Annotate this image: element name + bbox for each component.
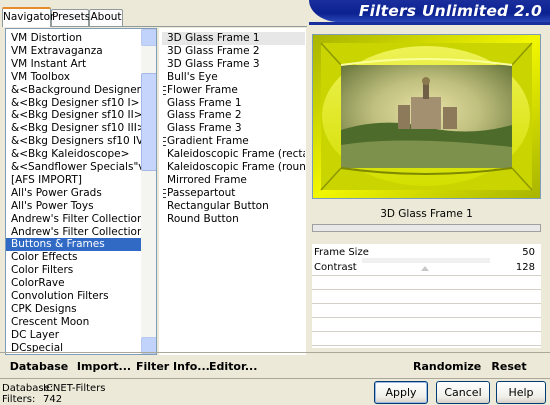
filter-item-label: 3D Glass Frame 3 — [167, 57, 260, 70]
scrollbar-thumb[interactable] — [141, 73, 156, 171]
slider-thumb-icon[interactable] — [421, 266, 429, 271]
category-items: VM Distortion VM Extravaganza VM Instant A… — [6, 29, 141, 354]
filter-item[interactable]: Glass Frame 3 — [162, 122, 305, 135]
filter-list[interactable]: 3D Glass Frame 1 3D Glass Frame 2 3D Glass… — [159, 28, 306, 355]
randomize-button[interactable]: Randomize — [413, 356, 481, 378]
selected-filter-name: 3D Glass Frame 1 — [380, 208, 473, 220]
param-label: Frame Size — [314, 247, 369, 258]
filter-item[interactable]: 3D Glass Frame 3 — [162, 57, 305, 71]
reset-button[interactable]: Reset — [488, 356, 530, 378]
category-item[interactable]: [AFS IMPORT] — [6, 174, 141, 187]
filter-item[interactable]: 3D Glass Frame 1 — [162, 32, 305, 45]
filter-item-label: Mirrored Frame — [167, 173, 247, 186]
filter-item-label: Rectangular Button — [167, 199, 269, 212]
divider — [312, 289, 541, 290]
category-item[interactable]: VM Distortion — [6, 32, 141, 45]
filter-items: 3D Glass Frame 1 3D Glass Frame 2 3D Glass… — [160, 29, 306, 354]
category-item[interactable]: &<Bkg Designer sf10 II> — [6, 109, 141, 122]
filter-item-label: Gradient Frame — [167, 135, 249, 148]
category-item[interactable]: VM Toolbox — [6, 71, 141, 84]
filter-item[interactable]: Rectangular Button — [162, 199, 305, 213]
divider — [312, 275, 541, 276]
filter-item[interactable]: Kaleidoscopic Frame (round) — [162, 161, 306, 174]
submenu-icon — [163, 188, 166, 198]
tab-about[interactable]: About — [89, 9, 123, 26]
tab-presets[interactable]: Presets — [51, 9, 90, 26]
filter-item[interactable]: Round Button — [162, 212, 305, 226]
filter-item-label: Glass Frame 2 — [167, 109, 242, 122]
toolbar-divider — [0, 378, 550, 379]
category-scrollbar[interactable] — [141, 29, 156, 354]
divider — [312, 317, 541, 318]
filter-item-label: Bull's Eye — [167, 70, 218, 83]
scroll-up-icon[interactable] — [141, 29, 156, 46]
filter-item-label: 3D Glass Frame 2 — [167, 44, 260, 57]
category-item[interactable]: All's Power Toys — [6, 200, 141, 213]
filter-item[interactable]: 3D Glass Frame 2 — [162, 44, 305, 58]
category-item[interactable]: &<Background Designers IV> — [6, 84, 141, 97]
category-item[interactable]: &<Bkg Designer sf10 I> — [6, 97, 141, 110]
tab-navigator[interactable]: Navigator — [2, 7, 54, 27]
filter-item-label: Glass Frame 3 — [167, 122, 242, 135]
help-button[interactable]: Help — [496, 381, 546, 404]
cancel-button[interactable]: Cancel — [436, 381, 490, 404]
filter-item[interactable]: Mirrored Frame — [162, 173, 305, 187]
category-item[interactable]: Color Effects — [6, 251, 141, 264]
category-item[interactable]: &<Bkg Designer sf10 III> — [6, 122, 141, 135]
database-value: ICNET-Filters — [43, 383, 106, 394]
divider — [312, 303, 541, 304]
submenu-icon — [163, 137, 166, 147]
param-value: 128 — [515, 262, 535, 273]
category-item[interactable]: DC Layer — [6, 329, 141, 342]
category-list[interactable]: VM Distortion VM Extravaganza VM Instant A… — [5, 28, 157, 355]
progress-bar — [312, 224, 541, 232]
category-item[interactable]: Andrew's Filter Collection 59 — [6, 226, 141, 239]
category-item[interactable]: ColorRave — [6, 277, 141, 290]
toolbar-divider — [0, 352, 550, 353]
category-item[interactable]: VM Instant Art — [6, 58, 141, 71]
apply-button[interactable]: Apply — [374, 381, 428, 404]
divider — [312, 331, 541, 332]
filter-item-label: Passepartout — [167, 186, 236, 199]
filter-item-label: Kaleidoscopic Frame (round) — [167, 161, 306, 173]
filters-count-label: Filters: — [2, 394, 36, 405]
param-label: Contrast — [314, 262, 357, 273]
category-item[interactable]: Convolution Filters — [6, 290, 141, 303]
filter-item[interactable]: Passepartout — [162, 186, 305, 200]
category-item[interactable]: Andrew's Filter Collection 58 — [6, 213, 141, 226]
category-item[interactable]: &<Bkg Kaleidoscope> — [6, 148, 141, 161]
filter-item-label: Round Button — [167, 212, 239, 225]
import-button[interactable]: Import... — [76, 356, 132, 378]
filter-item-label: 3D Glass Frame 1 — [167, 32, 260, 44]
app-logo-text: Filters Unlimited 2.0 — [358, 2, 542, 20]
filter-item-label: Flower Frame — [167, 83, 238, 96]
category-item[interactable]: CPK Designs — [6, 303, 141, 316]
filter-item[interactable]: Flower Frame — [162, 83, 305, 97]
category-item[interactable]: Crescent Moon — [6, 316, 141, 329]
filter-item[interactable]: Kaleidoscopic Frame (rectangular) — [162, 148, 306, 161]
filter-item[interactable]: Bull's Eye — [162, 70, 305, 84]
database-button[interactable]: Database — [8, 356, 70, 378]
filter-item[interactable]: Glass Frame 2 — [162, 109, 305, 122]
category-item[interactable]: Buttons & Frames — [6, 238, 141, 252]
category-item[interactable]: &<Bkg Designers sf10 IV> — [6, 135, 141, 148]
editor-button[interactable]: Editor... — [209, 356, 257, 378]
category-item[interactable]: All's Power Grads — [6, 187, 141, 200]
param-value: 50 — [522, 247, 535, 258]
preview-image — [312, 34, 541, 199]
filter-item[interactable]: Gradient Frame — [162, 135, 305, 148]
filter-item-label: Kaleidoscopic Frame (rectangular) — [167, 148, 306, 161]
filter-item[interactable]: Glass Frame 1 — [162, 96, 305, 110]
filters-count-value: 742 — [43, 394, 63, 405]
category-item[interactable]: Color Filters — [6, 264, 141, 277]
logo-underline — [309, 22, 550, 25]
category-item[interactable]: &<Sandflower Specials"v" > — [6, 161, 141, 174]
category-item[interactable]: VM Extravaganza — [6, 45, 141, 58]
divider — [312, 345, 541, 346]
filter-info-button[interactable]: Filter Info... — [136, 356, 210, 378]
frame-preview-graphic — [313, 35, 540, 198]
filter-item-label: Glass Frame 1 — [167, 96, 242, 109]
submenu-icon — [163, 85, 166, 95]
